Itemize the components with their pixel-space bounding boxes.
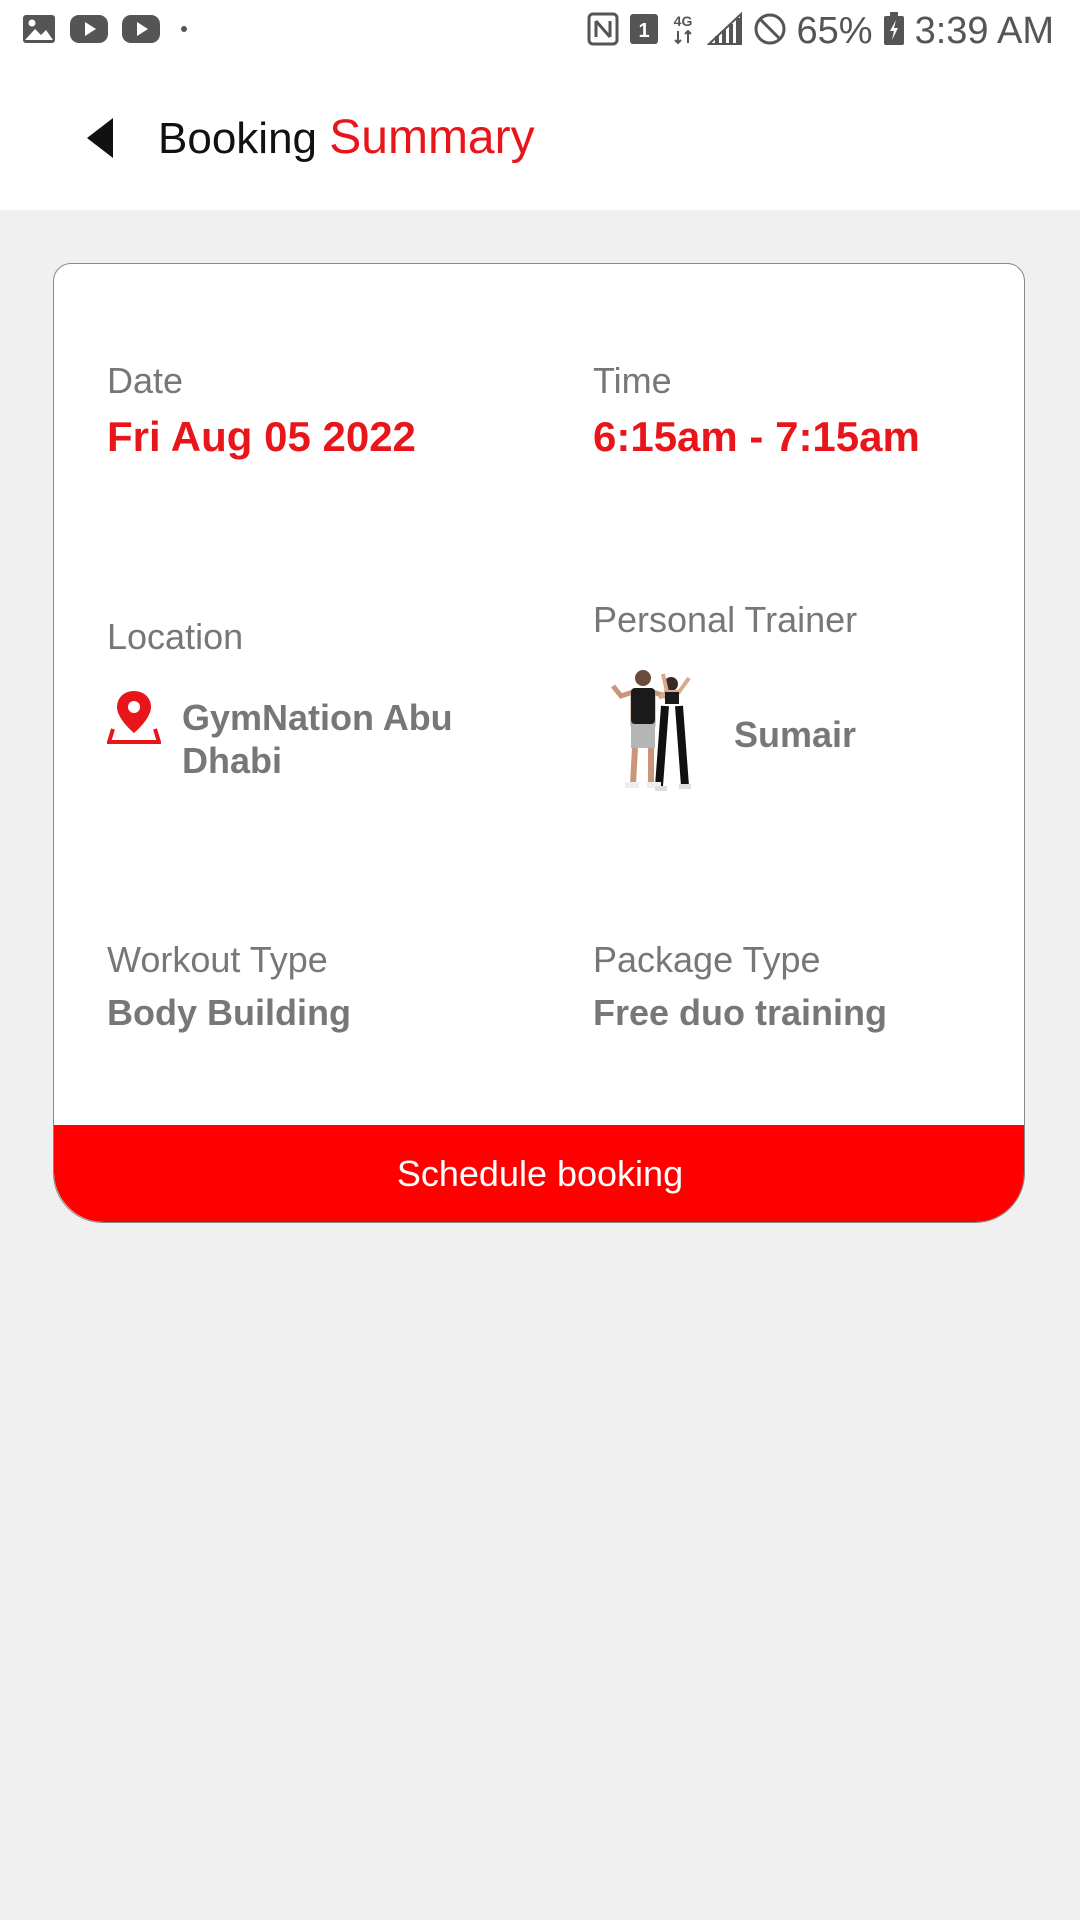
trainer-name: Sumair [734, 714, 857, 755]
date-value: Fri Aug 05 2022 [107, 413, 416, 460]
back-arrow-icon [87, 118, 113, 158]
more-notifications-dot-icon [174, 19, 194, 44]
battery-charging-icon [883, 12, 905, 51]
time-value: 6:15am - 7:15am [593, 413, 920, 460]
sim-number: 1 [638, 20, 649, 42]
schedule-booking-button[interactable]: Schedule booking [54, 1125, 1024, 1222]
nfc-icon [587, 12, 619, 51]
page-title-part1: Booking [158, 114, 318, 163]
network-type-icon: 4G [669, 12, 697, 51]
do-not-disturb-icon [753, 12, 787, 51]
package-type-value: Free duo training [593, 992, 888, 1033]
status-bar: 1 4G 65% 3:39 AM [0, 0, 1080, 64]
page-title: Booking Summary [158, 108, 535, 169]
package-type-label: Package Type [593, 939, 821, 980]
app-header: Booking Summary [0, 64, 1080, 210]
clock: 3:39 AM [914, 10, 1054, 52]
time-label: Time [593, 360, 672, 401]
network-type: 4G [673, 13, 692, 29]
signal-icon [705, 11, 743, 51]
sim-icon: 1 [629, 13, 659, 50]
location-pin-icon [106, 689, 162, 750]
youtube-icon [70, 15, 108, 48]
gallery-icon [22, 14, 56, 49]
booking-summary-card: Date Fri Aug 05 2022 Time 6:15am - 7:15a… [53, 263, 1025, 1223]
battery-percent: 65% [796, 10, 873, 52]
youtube-icon [122, 15, 160, 48]
status-system: 1 4G 65% 3:39 AM [587, 10, 1054, 53]
workout-type-label: Workout Type [107, 939, 328, 980]
status-notifications [22, 14, 194, 49]
back-button[interactable] [70, 108, 130, 168]
location-value: GymNation Abu Dhabi [182, 697, 453, 781]
location-label: Location [107, 616, 244, 657]
page-title-part2: Summary [329, 111, 535, 164]
workout-type-value: Body Building [107, 992, 351, 1033]
trainer-label: Personal Trainer [593, 599, 858, 640]
trainer-photo [607, 666, 707, 796]
date-label: Date [107, 360, 184, 401]
